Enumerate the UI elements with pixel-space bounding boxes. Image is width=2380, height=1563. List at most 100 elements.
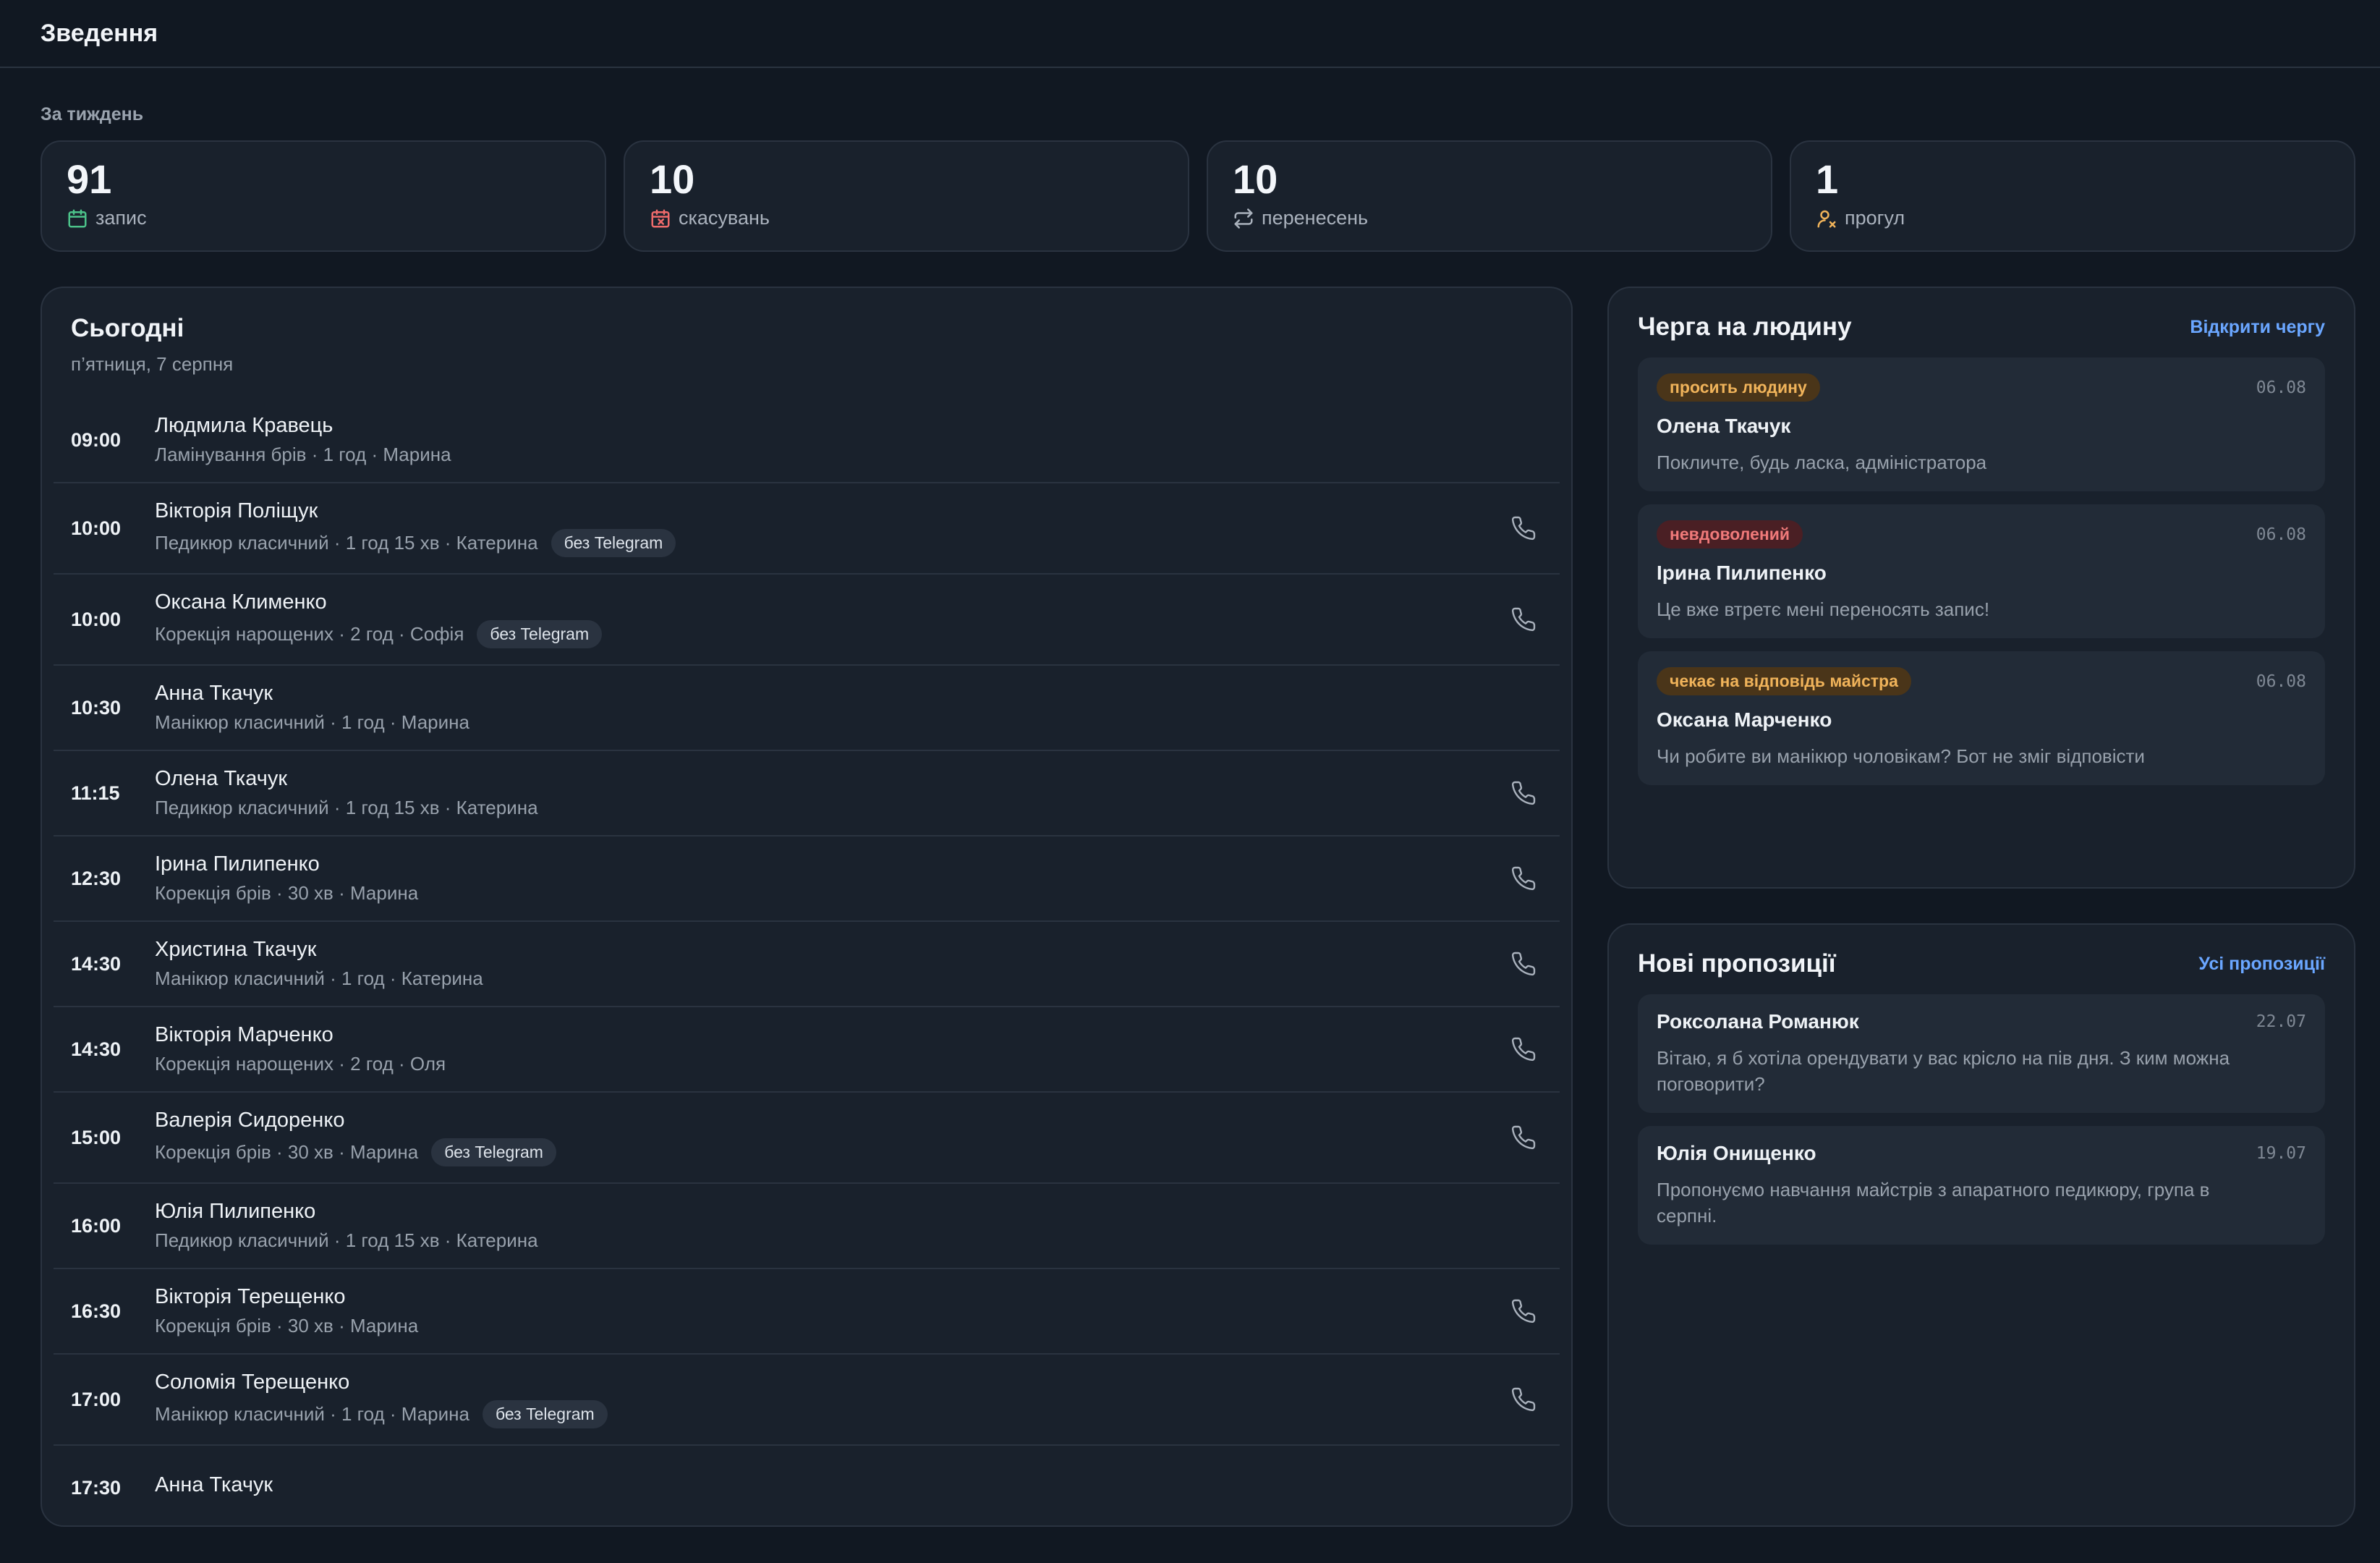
today-title: Сьогодні	[71, 314, 184, 342]
appointment-details: Манікюр класичний · 1 год · Марина	[155, 711, 469, 733]
offers-title: Нові пропозиції	[1638, 949, 1836, 978]
stat-reschedules: 10 перенесень	[1207, 140, 1772, 252]
appointment-time: 09:00	[71, 428, 122, 451]
appointment-details: Корекція брів · 30 хв · Марина	[155, 1315, 419, 1337]
phone-icon[interactable]	[1510, 780, 1537, 806]
client-name: Олена Ткачук	[1657, 415, 1791, 437]
queue-card[interactable]: чекає на відповідь майстра 06.08 Оксана Ма…	[1638, 651, 2325, 785]
appointment-time: 16:00	[71, 1214, 122, 1237]
week-label: За тиждень	[41, 104, 144, 124]
phone-icon[interactable]	[1510, 865, 1537, 891]
appointment-row[interactable]: 17:30 Анна Ткачук	[54, 1446, 1560, 1499]
stat-value: 10	[650, 156, 695, 202]
appointment-details: Ламінування брів · 1 год · Марина	[155, 444, 451, 465]
appointment-time: 14:30	[71, 952, 122, 975]
stat-bookings: 91 запис	[41, 140, 606, 252]
appointment-details: Корекція брів · 30 хв · Марина	[155, 1141, 419, 1163]
appointment-row[interactable]: 10:30 Анна Ткачук Манікюр класичний · 1 го…	[54, 666, 1560, 751]
appointment-row[interactable]: 16:00 Юлія Пилипенко Педикюр класичний · 1…	[54, 1184, 1560, 1269]
stat-label: запис	[95, 207, 147, 229]
offer-card[interactable]: Роксолана Романюк 22.07 Вітаю, я б хотіла …	[1638, 994, 2325, 1113]
queue-list: просить людину 06.08 Олена Ткачук Покличте,…	[1609, 342, 2354, 785]
client-name: Вікторія Поліщук	[155, 499, 318, 522]
queue-card[interactable]: просить людину 06.08 Олена Ткачук Покличте,…	[1638, 357, 2325, 491]
appointment-row[interactable]: 10:00 Вікторія Поліщук Педикюр класичний ·…	[54, 483, 1560, 575]
stat-label: скасувань	[679, 207, 770, 229]
appointment-row[interactable]: 16:30 Вікторія Терещенко Корекція брів · 3…	[54, 1269, 1560, 1355]
appointment-row[interactable]: 11:15 Олена Ткачук Педикюр класичний · 1 г…	[54, 751, 1560, 836]
client-name: Ірина Пилипенко	[1657, 562, 1827, 584]
status-badge: невдоволений	[1657, 520, 1803, 548]
client-name: Вікторія Марченко	[155, 1023, 333, 1046]
phone-icon[interactable]	[1510, 515, 1537, 541]
stat-value: 1	[1816, 156, 1839, 202]
stat-label: перенесень	[1262, 207, 1369, 229]
offers-panel: Нові пропозиції Усі пропозиції Роксолана…	[1607, 923, 2355, 1527]
message-text: Покличте, будь ласка, адміністратора	[1657, 452, 1987, 473]
open-queue-link[interactable]: Відкрити чергу	[2190, 317, 2325, 338]
queue-title: Черга на людину	[1638, 313, 1852, 341]
client-name: Вікторія Терещенко	[155, 1285, 346, 1308]
appointment-row[interactable]: 14:30 Христина Ткачук Манікюр класичний · …	[54, 922, 1560, 1007]
stat-no-shows: 1 прогул	[1790, 140, 2355, 252]
offer-date: 22.07	[2256, 1012, 2306, 1031]
phone-icon[interactable]	[1510, 1386, 1537, 1412]
top-bar: Зведення	[0, 0, 2380, 68]
client-name: Анна Ткачук	[155, 1473, 273, 1496]
phone-icon[interactable]	[1510, 1298, 1537, 1324]
phone-icon[interactable]	[1510, 951, 1537, 977]
appointment-time: 14:30	[71, 1038, 122, 1060]
appointment-row[interactable]: 17:00 Соломія Терещенко Манікюр класичний …	[54, 1355, 1560, 1446]
appointment-details: Корекція нарощених · 2 год · Оля	[155, 1053, 446, 1075]
appointment-row[interactable]: 09:00 Людмила Кравець Ламінування брів · 1…	[54, 398, 1560, 483]
human-queue-panel: Черга на людину Відкрити чергу просить л…	[1607, 287, 2355, 889]
appointment-details: Педикюр класичний · 1 год 15 хв · Катери…	[155, 797, 538, 818]
no-telegram-badge: без Telegram	[551, 529, 676, 557]
appointment-time: 11:15	[71, 782, 120, 804]
client-name: Олена Ткачук	[155, 767, 288, 790]
client-name: Юлія Пилипенко	[155, 1200, 316, 1223]
appointment-details: Педикюр класичний · 1 год 15 хв · Катери…	[155, 532, 538, 554]
client-name: Валерія Сидоренко	[155, 1109, 345, 1132]
phone-icon[interactable]	[1510, 606, 1537, 632]
appointment-row[interactable]: 15:00 Валерія Сидоренко Корекція брів · 30…	[54, 1093, 1560, 1184]
today-panel: Сьогодні п’ятниця, 7 серпня 09:00 Людмила…	[41, 287, 1573, 1527]
no-telegram-badge: без Telegram	[431, 1138, 556, 1166]
sender-name: Роксолана Романюк	[1657, 1010, 1859, 1033]
client-name: Оксана Марченко	[1657, 708, 1832, 731]
client-name: Ірина Пилипенко	[155, 852, 320, 876]
stat-label: прогул	[1845, 207, 1905, 229]
appointment-time: 10:00	[71, 608, 122, 630]
appointment-row[interactable]: 10:00 Оксана Клименко Корекція нарощених ·…	[54, 575, 1560, 666]
appointment-details: Корекція нарощених · 2 год · Софія	[155, 623, 464, 645]
appointments-list: 09:00 Людмила Кравець Ламінування брів · 1…	[54, 398, 1560, 1499]
no-telegram-badge: без Telegram	[482, 1400, 608, 1428]
appointment-time: 17:30	[71, 1476, 122, 1499]
client-name: Людмила Кравець	[155, 414, 333, 437]
appointment-row[interactable]: 14:30 Вікторія Марченко Корекція нарощених…	[54, 1007, 1560, 1093]
offer-date: 19.07	[2256, 1144, 2306, 1163]
message-text: Це вже втретє мені переносять запис!	[1657, 598, 1990, 620]
appointment-time: 16:30	[71, 1300, 122, 1322]
appointment-row[interactable]: 12:30 Ірина Пилипенко Корекція брів · 30 х…	[54, 836, 1560, 922]
phone-icon[interactable]	[1510, 1036, 1537, 1062]
client-name: Соломія Терещенко	[155, 1371, 350, 1394]
phone-icon[interactable]	[1510, 1124, 1537, 1151]
stat-cancellations: 10 скасувань	[624, 140, 1189, 252]
all-offers-link[interactable]: Усі пропозиції	[2198, 954, 2325, 975]
offer-text: Пропонуємо навчання майстрів з апаратног…	[1657, 1179, 2210, 1227]
page-title: Зведення	[41, 19, 158, 47]
offer-text: Вітаю, я б хотіла орендувати у вас крісл…	[1657, 1047, 2230, 1095]
appointment-details: Корекція брів · 30 хв · Марина	[155, 882, 419, 904]
stat-value: 10	[1233, 156, 1278, 202]
appointment-details: Манікюр класичний · 1 год · Катерина	[155, 967, 483, 989]
offers-list: Роксолана Романюк 22.07 Вітаю, я б хотіла …	[1609, 978, 2354, 1245]
client-name: Анна Ткачук	[155, 682, 273, 705]
appointment-time: 10:00	[71, 517, 122, 539]
offer-card[interactable]: Юлія Онищенко 19.07 Пропонуємо навчання ма…	[1638, 1126, 2325, 1245]
weekly-stats: 91 запис 10 скасувань 10 перенесень 1 пр…	[41, 140, 2355, 252]
today-date: п’ятниця, 7 серпня	[71, 353, 234, 375]
queue-card[interactable]: невдоволений 06.08 Ірина Пилипенко Це вже в…	[1638, 504, 2325, 638]
appointment-details: Педикюр класичний · 1 год 15 хв · Катери…	[155, 1229, 538, 1251]
calendar-x-icon	[651, 209, 670, 227]
